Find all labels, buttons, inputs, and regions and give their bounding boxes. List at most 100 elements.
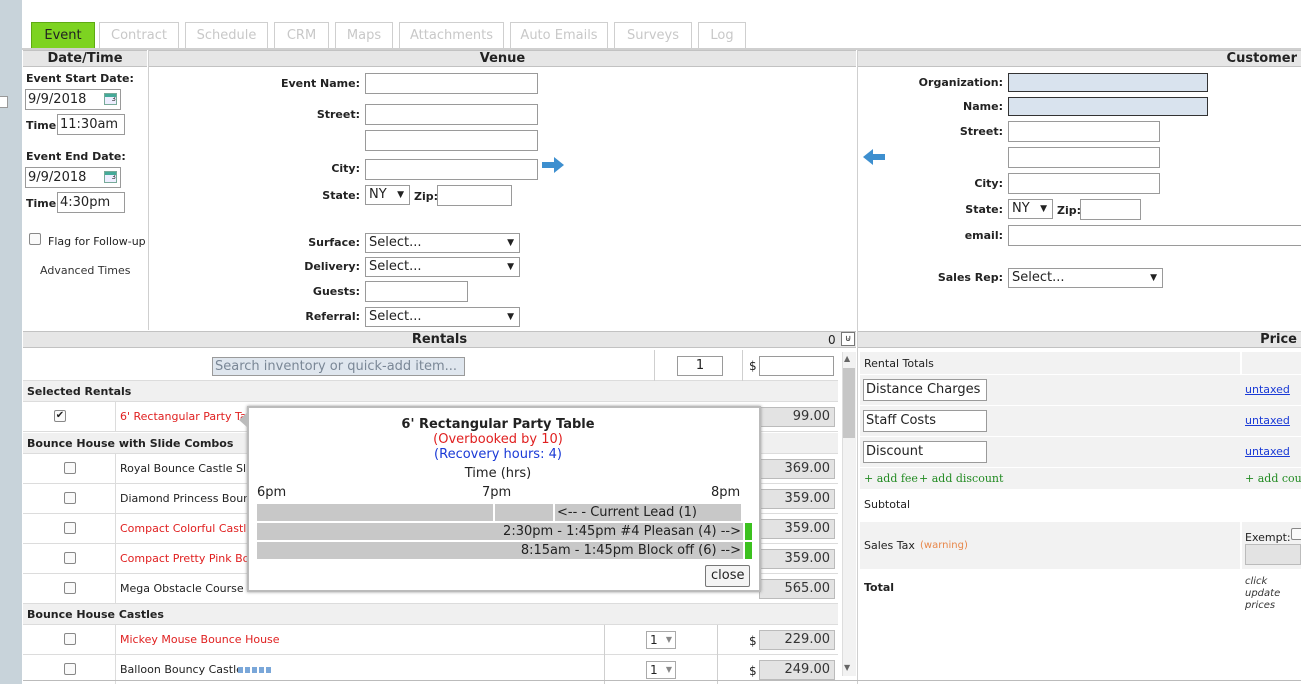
start-time-field[interactable]: 11:30am: [57, 114, 125, 135]
tab-auto-emails[interactable]: Auto Emails: [510, 22, 608, 49]
end-date-field[interactable]: 9/9/2018 3: [25, 167, 121, 188]
booking-bar[interactable]: 8:15am - 1:45pm Block off (6) -->: [257, 542, 743, 559]
fee-name-field[interactable]: Distance Charges: [863, 379, 987, 401]
delivery-select[interactable]: Select... ▼: [365, 257, 520, 277]
rental-item-name[interactable]: Royal Bounce Castle Slid: [120, 462, 256, 475]
sales-tax-field[interactable]: [1245, 544, 1301, 565]
email-field[interactable]: [1008, 225, 1301, 246]
venue-street-field[interactable]: [365, 104, 538, 125]
tab-crm[interactable]: CRM: [274, 22, 329, 49]
sales-rep-select[interactable]: Select... ▼: [1008, 268, 1163, 288]
popup-close-button[interactable]: close: [705, 565, 751, 587]
guests-field[interactable]: [365, 281, 468, 302]
row-checkbox[interactable]: [64, 552, 76, 564]
customer-state-select[interactable]: NY ▼: [1008, 199, 1053, 219]
untaxed-link[interactable]: untaxed: [1245, 414, 1290, 427]
rental-item-name[interactable]: Balloon Bouncy Castle: [120, 663, 243, 676]
surface-select[interactable]: Select... ▼: [365, 233, 520, 253]
row-checkbox[interactable]: [64, 633, 76, 645]
rental-price[interactable]: 359.00: [759, 519, 835, 539]
customer-name-field[interactable]: [1008, 97, 1208, 116]
venue-city-field[interactable]: [365, 159, 538, 180]
collapse-handle[interactable]: [0, 96, 8, 108]
rental-item-name[interactable]: Diamond Princess Bounc: [120, 492, 256, 505]
tab-attachments[interactable]: Attachments: [399, 22, 504, 49]
scrollbar-thumb[interactable]: [843, 368, 855, 438]
rental-price[interactable]: 565.00: [759, 579, 835, 599]
exempt-checkbox[interactable]: [1291, 528, 1301, 540]
guests-label: Guests:: [312, 285, 360, 298]
rental-price[interactable]: 369.00: [759, 459, 835, 479]
tab-log[interactable]: Log: [698, 22, 746, 49]
venue-zip-field[interactable]: [437, 185, 512, 206]
organization-field[interactable]: [1008, 73, 1208, 92]
scroll-up-icon[interactable]: ▲: [844, 354, 850, 363]
qty-select[interactable]: 1 ▼: [646, 631, 676, 649]
copy-to-customer-arrow-icon[interactable]: [541, 156, 565, 174]
start-date-value: 9/9/2018: [28, 92, 87, 107]
divider: [148, 50, 149, 330]
next-link[interactable]: [828, 680, 858, 684]
tab-contract[interactable]: Contract: [99, 22, 179, 49]
rental-item-name[interactable]: Mickey Mouse Bounce House: [120, 633, 280, 646]
rental-item-name[interactable]: Compact Pretty Pink Bou: [120, 552, 256, 565]
row-check-cell: [23, 574, 116, 603]
quick-add-price[interactable]: [759, 356, 834, 376]
untaxed-link[interactable]: untaxed: [1245, 383, 1290, 396]
follow-up-checkbox[interactable]: [29, 233, 41, 245]
untaxed-link[interactable]: untaxed: [1245, 445, 1290, 458]
rental-price[interactable]: 99.00: [759, 407, 835, 427]
rental-price[interactable]: 229.00: [759, 630, 835, 650]
inventory-search-input[interactable]: Search inventory or quick-add item...: [212, 357, 465, 376]
rental-price[interactable]: 359.00: [759, 489, 835, 509]
clipboard-icon[interactable]: ⊍: [841, 332, 855, 346]
rental-item-name[interactable]: Compact Colorful Castle S: [120, 522, 264, 535]
tab-maps[interactable]: Maps: [335, 22, 393, 49]
tab-event[interactable]: Event: [31, 22, 95, 49]
tab-surveys[interactable]: Surveys: [614, 22, 692, 49]
calendar-icon[interactable]: 3: [104, 171, 117, 183]
rental-price[interactable]: 359.00: [759, 549, 835, 569]
add-discount-link[interactable]: + add discount: [919, 472, 1003, 485]
row-checkbox[interactable]: [64, 663, 76, 675]
customer-street-field[interactable]: [1008, 121, 1160, 142]
customer-header: Customer: [858, 50, 1301, 67]
event-name-field[interactable]: [365, 73, 538, 94]
rental-price[interactable]: 249.00: [759, 660, 835, 680]
scroll-down-icon[interactable]: ▼: [844, 663, 850, 672]
row-checkbox[interactable]: [64, 522, 76, 534]
rental-item-name[interactable]: Mega Obstacle Course B: [120, 582, 255, 595]
divider: [857, 50, 858, 684]
tax-warning-link[interactable]: (warning): [920, 540, 968, 551]
customer-city-label: City:: [974, 177, 1003, 190]
venue-state-select[interactable]: NY ▼: [365, 185, 410, 205]
organization-label: Organization:: [918, 76, 1003, 89]
calendar-icon[interactable]: 3: [104, 93, 117, 105]
customer-zip-field[interactable]: [1080, 199, 1141, 220]
advanced-times-link[interactable]: Advanced Times: [40, 264, 130, 277]
sales-tax-label: Sales Tax: [864, 539, 915, 552]
row-checkbox[interactable]: [64, 582, 76, 594]
venue-street2-field[interactable]: [365, 130, 538, 151]
rentals-count: 0: [828, 333, 836, 347]
fee-name-field[interactable]: Staff Costs: [863, 410, 987, 432]
booking-bar[interactable]: 2:30pm - 1:45pm #4 Pleasan (4) -->: [257, 523, 743, 540]
customer-city-field[interactable]: [1008, 173, 1160, 194]
start-date-field[interactable]: 9/9/2018 3: [25, 89, 121, 110]
dropdown-caret-icon: ▼: [1150, 273, 1157, 283]
discount-name-field[interactable]: Discount: [863, 441, 987, 463]
tab-schedule[interactable]: Schedule: [185, 22, 268, 49]
qty-select[interactable]: 1 ▼: [646, 661, 676, 679]
dropdown-caret-icon: ▼: [397, 190, 404, 200]
row-checkbox[interactable]: [64, 462, 76, 474]
copy-to-venue-arrow-icon[interactable]: [862, 148, 886, 166]
row-checkbox[interactable]: ✔: [54, 410, 66, 422]
update-prices-note[interactable]: click update prices: [1245, 576, 1301, 612]
add-fee-link[interactable]: + add fee: [864, 472, 918, 485]
referral-select[interactable]: Select... ▼: [365, 307, 520, 327]
end-time-field[interactable]: 4:30pm: [57, 192, 125, 213]
customer-street2-field[interactable]: [1008, 147, 1160, 168]
quick-add-qty[interactable]: 1: [677, 356, 723, 376]
row-checkbox[interactable]: [64, 492, 76, 504]
add-coupon-link[interactable]: + add coupo: [1245, 472, 1301, 485]
